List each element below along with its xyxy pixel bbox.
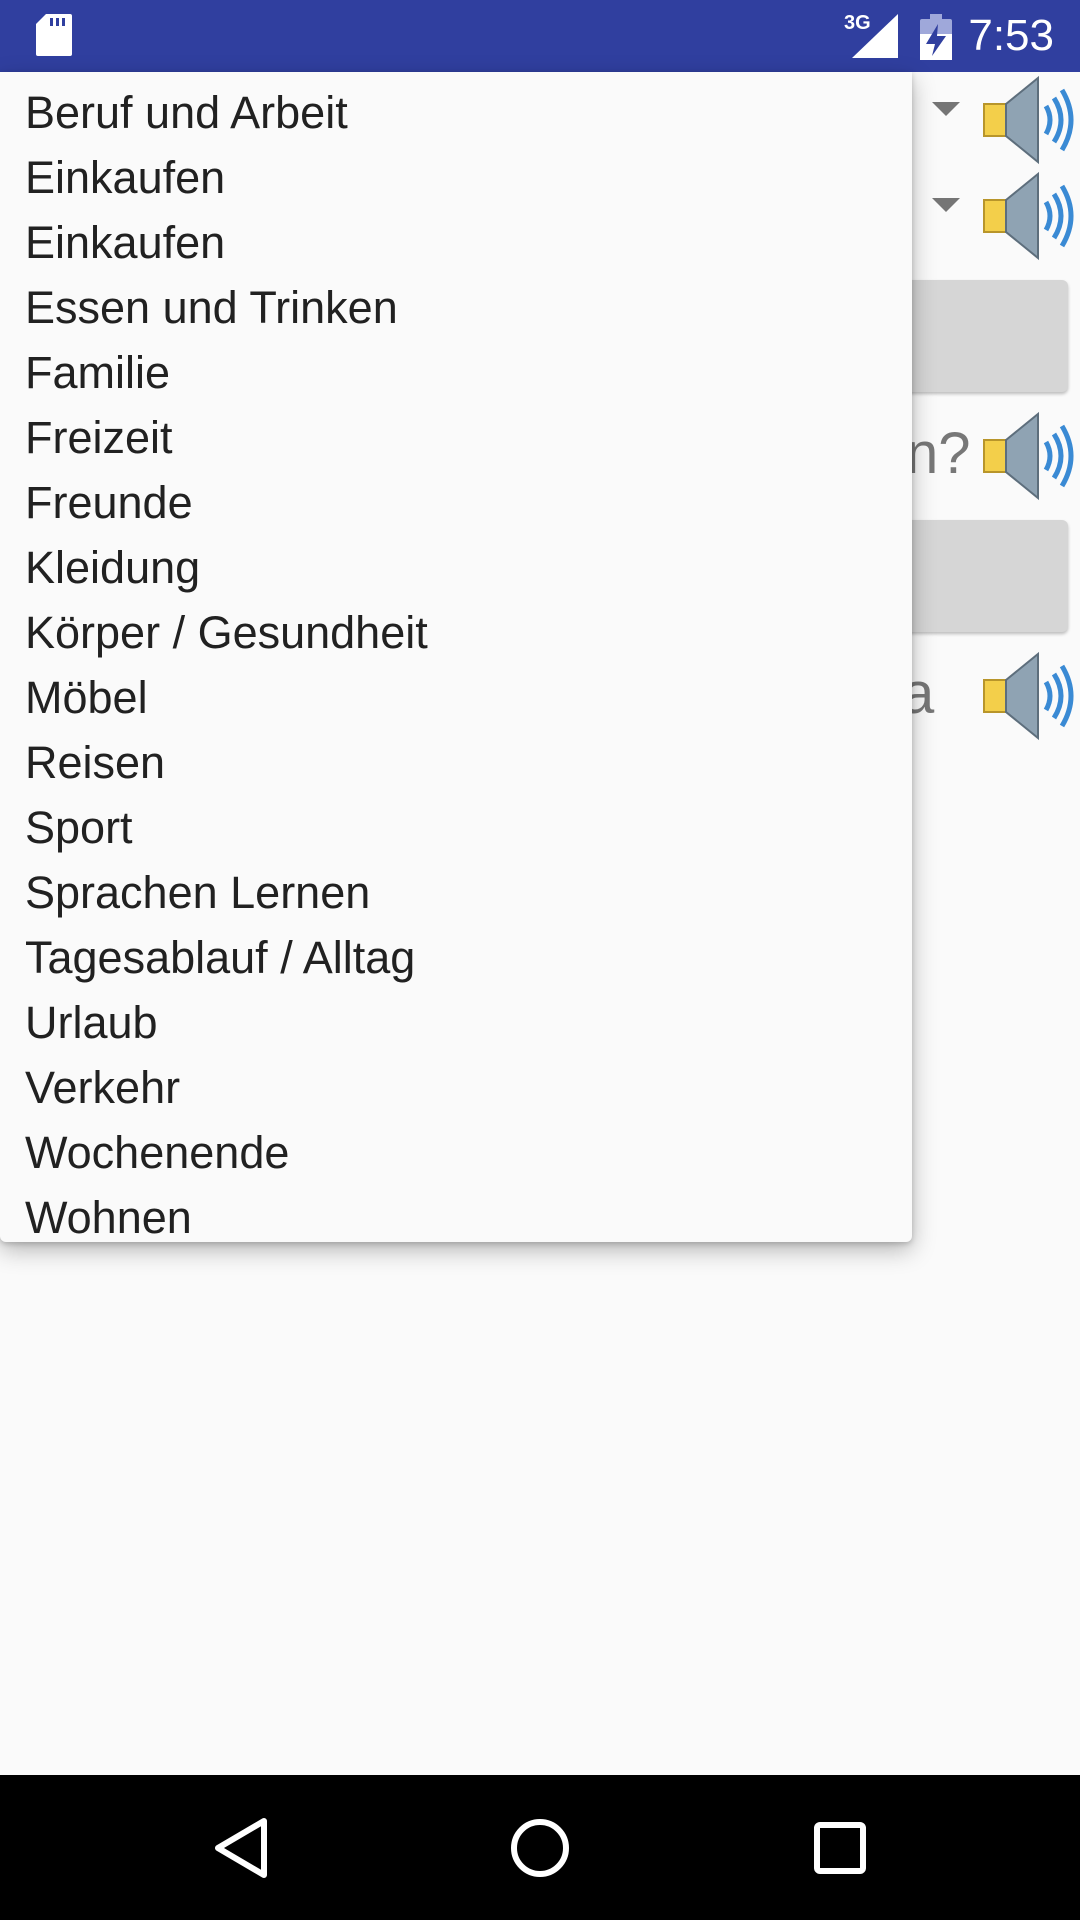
dropdown-item[interactable]: Sprachen Lernen — [0, 860, 912, 925]
battery-charging-icon — [920, 14, 952, 60]
question-text: n? — [906, 421, 971, 486]
back-icon[interactable] — [206, 1813, 276, 1883]
dropdown-item[interactable]: Familie — [0, 340, 912, 405]
cell-signal-icon — [852, 14, 898, 58]
dropdown-item[interactable]: Tagesablauf / Alltag — [0, 925, 912, 990]
status-bar: 3G 7:53 — [0, 0, 1080, 72]
dropdown-item[interactable]: Kleidung — [0, 535, 912, 600]
speaker-icon[interactable] — [982, 648, 1078, 744]
speaker-icon[interactable] — [982, 72, 1078, 168]
speaker-icon[interactable] — [982, 168, 1078, 264]
speaker-icon[interactable] — [982, 408, 1078, 504]
dropdown-item[interactable]: Urlaub — [0, 990, 912, 1055]
recents-icon[interactable] — [805, 1813, 875, 1883]
dropdown-item[interactable]: Beruf und Arbeit — [0, 80, 912, 145]
navigation-bar — [0, 1775, 1080, 1920]
dropdown-item[interactable]: Sport — [0, 795, 912, 860]
dropdown-item[interactable]: Freunde — [0, 470, 912, 535]
dropdown-item[interactable]: Reisen — [0, 730, 912, 795]
clock: 7:53 — [968, 11, 1054, 60]
dropdown-item[interactable]: Einkaufen — [0, 145, 912, 210]
spinner-arrow-icon[interactable] — [932, 198, 960, 212]
topic-dropdown: Beruf und Arbeit Einkaufen Einkaufen Ess… — [0, 72, 912, 1243]
spinner-arrow-icon[interactable] — [932, 102, 960, 116]
dropdown-item[interactable]: Körper / Gesundheit — [0, 600, 912, 665]
dropdown-item[interactable]: Wohnen — [0, 1185, 912, 1250]
dropdown-item[interactable]: Möbel — [0, 665, 912, 730]
dropdown-list: Beruf und Arbeit Einkaufen Einkaufen Ess… — [0, 72, 912, 1250]
home-icon[interactable] — [505, 1813, 575, 1883]
dropdown-item[interactable]: Einkaufen — [0, 210, 912, 275]
dropdown-item[interactable]: Freizeit — [0, 405, 912, 470]
sd-card-icon — [36, 14, 72, 56]
dropdown-item[interactable]: Wochenende — [0, 1120, 912, 1185]
dropdown-item[interactable]: Essen und Trinken — [0, 275, 912, 340]
dropdown-item[interactable]: Verkehr — [0, 1055, 912, 1120]
